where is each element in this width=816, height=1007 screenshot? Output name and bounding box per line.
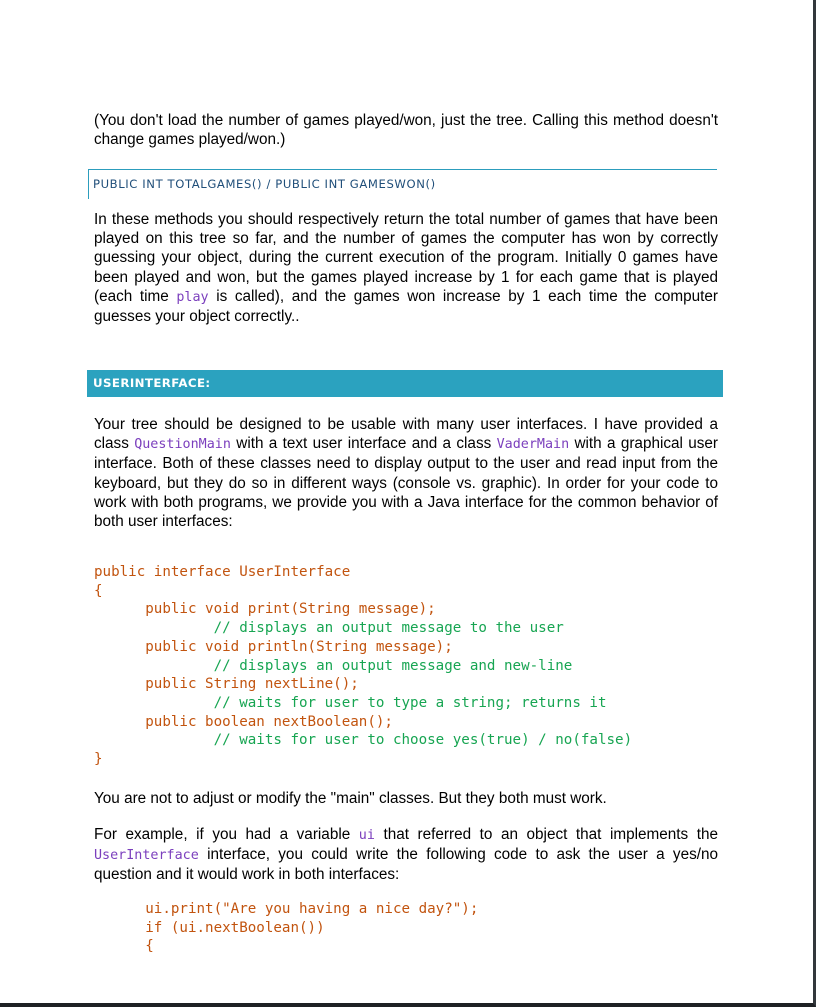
method-heading: PUBLIC INT TOTALGAMES() / PUBLIC INT GAM… [93, 177, 436, 191]
method-heading-box: PUBLIC INT TOTALGAMES() / PUBLIC INT GAM… [88, 169, 717, 199]
ui-paragraph: Your tree should be designed to be usabl… [94, 415, 718, 531]
inline-code-questionmain: QuestionMain [134, 437, 231, 453]
main-note: You are not to adjust or modify the "mai… [94, 790, 607, 807]
example-text-1: For example, if you had a variable [94, 826, 359, 843]
code-comment-line: // waits for user to choose yes(true) / … [94, 732, 633, 749]
inline-code-userinterface: UserInterface [94, 848, 199, 864]
document-page: (You don't load the number of games play… [0, 0, 816, 1007]
code-line: } [94, 751, 103, 768]
ui-text-2: with a text user interface and a class [230, 435, 497, 453]
intro-paragraph: (You don't load the number of games play… [94, 112, 718, 149]
code-line: { [94, 582, 103, 599]
methods-paragraph: In these methods you should respectively… [94, 210, 718, 326]
code-line: public void print(String message); [94, 601, 436, 618]
example-code-block: ui.print("Are you having a nice day?"); … [94, 900, 478, 956]
example-text-2: that referred to an object that implemen… [374, 826, 718, 843]
code-comment-line: // waits for user to type a string; retu… [94, 694, 607, 711]
interface-code-block: public interface UserInterface { public v… [94, 563, 632, 769]
example-paragraph: For example, if you had a variable ui th… [94, 825, 718, 885]
code-line: public interface UserInterface [94, 564, 351, 580]
inline-code-vadermain: VaderMain [496, 437, 570, 453]
section-title: USERINTERFACE: [93, 376, 211, 390]
code-line: public boolean nextBoolean(); [94, 713, 393, 730]
code-comment-line: // displays an output message to the use… [94, 620, 564, 637]
inline-code-play: play [176, 289, 209, 305]
code-line: ui.print("Are you having a nice day?"); [94, 901, 479, 917]
code-comment-line: // displays an output message and new-li… [94, 657, 573, 674]
code-line: { [94, 938, 154, 955]
code-line: public String nextLine(); [94, 676, 359, 693]
section-banner: USERINTERFACE: [87, 370, 723, 397]
inline-code-ui: ui [358, 828, 375, 843]
code-line: if (ui.nextBoolean()) [94, 919, 325, 936]
code-line: public void println(String message); [94, 638, 453, 655]
